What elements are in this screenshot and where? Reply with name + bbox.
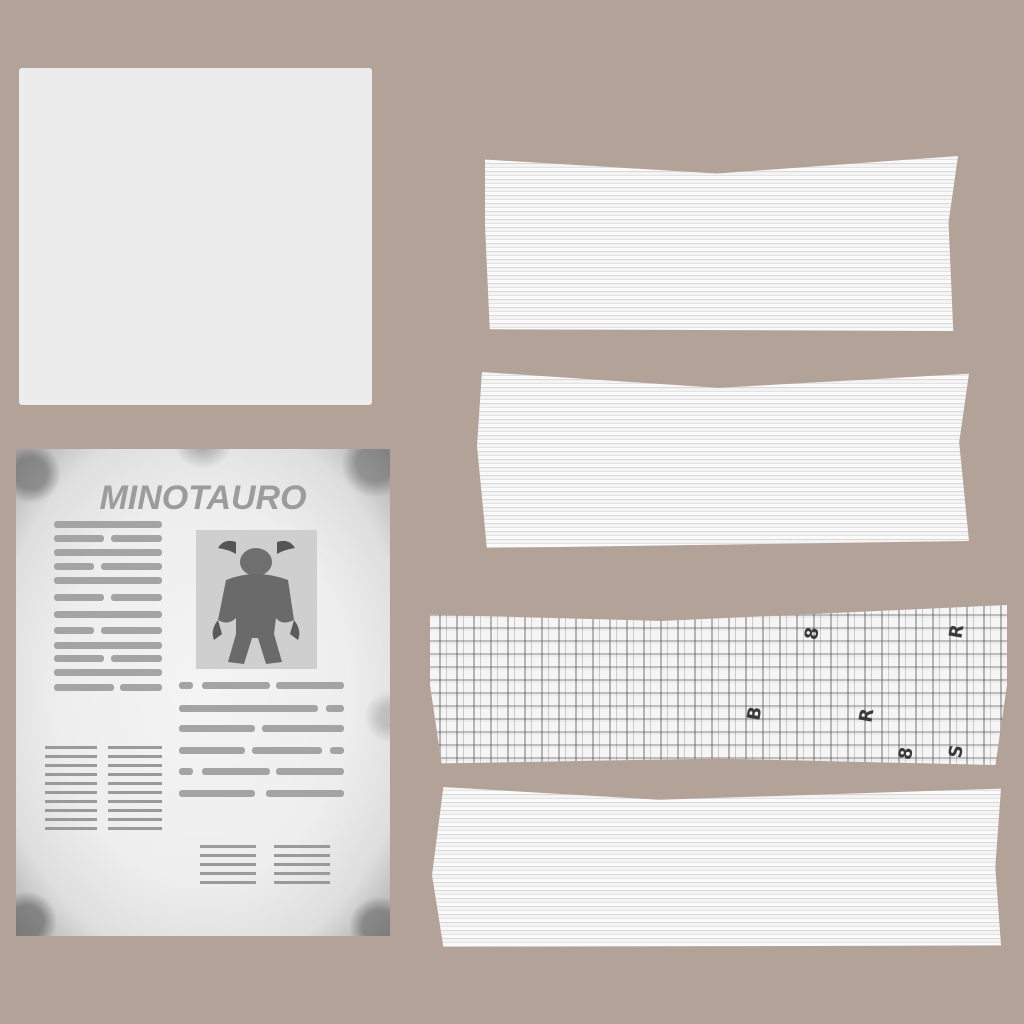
minotaur-illustration (196, 530, 317, 669)
newsprint-glyph: 8 (894, 745, 918, 762)
minotaur-icon (196, 530, 317, 669)
newspaper-front-page: MINOTAURO (16, 449, 390, 936)
newsprint-glyph: B (743, 704, 767, 723)
newsprint-glyph: R (945, 622, 969, 641)
paper-stack-edge-3 (432, 787, 1001, 947)
newsprint-glyph: S (945, 743, 968, 760)
newsprint-glyph: R (855, 706, 879, 725)
blank-paper-sheet (19, 68, 372, 405)
paper-stack-edge-2 (477, 372, 969, 548)
newspaper-headline: MINOTAURO (99, 479, 307, 517)
newsprint-glyph: 8 (800, 625, 824, 642)
rolled-newspapers: 8 R B 8 R S (430, 605, 1007, 765)
paper-stack-edge-1 (485, 156, 958, 331)
